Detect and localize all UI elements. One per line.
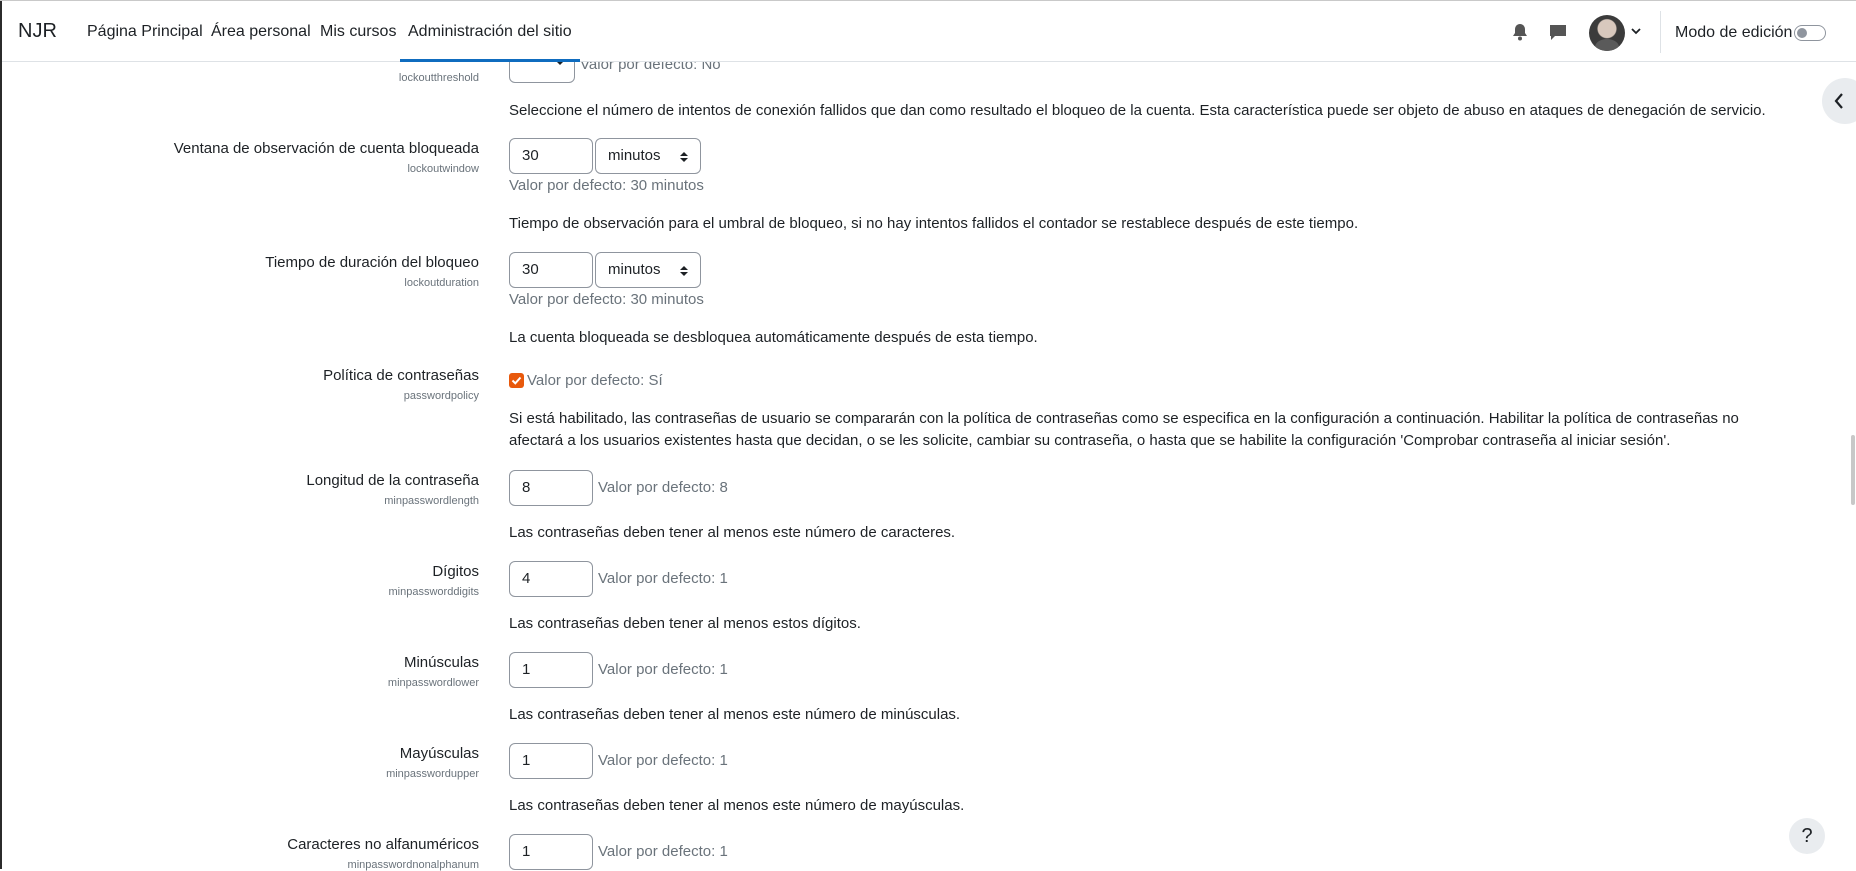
setting-key-lockoutthreshold: lockoutthreshold [398,72,479,84]
lockoutduration-default: Valor por defecto: 30 minutos [509,291,704,308]
window-top-edge [0,0,1856,1]
setting-label-minpassworddigits: Dígitos [432,563,479,580]
select-caret-icon [680,152,688,162]
nav-item-dashboard[interactable]: Área personal [211,23,311,41]
setting-label-lockoutduration: Tiempo de duración del bloqueo [265,254,479,271]
notifications-bell-icon[interactable] [1512,23,1528,41]
setting-label-minpasswordlower: Minúsculas [403,654,479,671]
admin-settings-form: lockoutthreshold No Valor por defecto: N… [0,0,1856,871]
navbar-divider [1660,11,1661,53]
messages-icon[interactable] [1549,24,1567,41]
help-button[interactable]: ? [1789,818,1825,854]
minpassworddigits-default: Valor por defecto: 1 [598,570,728,587]
minpasswordlower-description: Las contraseñas deben tener al menos est… [509,706,961,723]
lockoutduration-unit: minutos [608,261,661,278]
top-navbar: NJR Página Principal Área personal Mis c… [0,1,1856,62]
minpasswordupper-default: Valor por defecto: 1 [598,752,728,769]
lockoutthreshold-description: Seleccione el número de intentos de cone… [509,102,1766,119]
minpasswordlower-input[interactable]: 1 [509,652,593,688]
minpasswordupper-input[interactable]: 1 [509,743,593,779]
lockoutduration-description: La cuenta bloqueada se desbloquea automá… [509,329,1038,346]
setting-label-lockoutwindow: Ventana de observación de cuenta bloquea… [173,140,479,157]
edit-mode-toggle[interactable] [1794,25,1826,41]
chevron-left-icon [1834,93,1843,109]
lockoutwindow-input[interactable]: 30 [509,138,593,174]
nav-item-site-administration[interactable]: Administración del sitio [400,23,580,62]
setting-key-minpassworddigits: minpassworddigits [388,586,479,598]
minpasswordnonalphanum-input[interactable]: 1 [509,834,593,870]
lockoutwindow-unit: minutos [608,147,661,164]
passwordpolicy-description-line-1: Si está habilitado, las contraseñas de u… [509,410,1739,427]
setting-key-minpasswordupper: minpasswordupper [386,768,479,780]
setting-label-passwordpolicy: Política de contraseñas [323,367,479,384]
nav-item-home[interactable]: Página Principal [87,23,203,41]
minpasswordlength-input[interactable]: 8 [509,470,593,506]
setting-key-minpasswordnonalphanum: minpasswordnonalphanum [347,859,479,871]
minpasswordnonalphanum-default: Valor por defecto: 1 [598,843,728,860]
passwordpolicy-description-line-2: afectará a los usuarios existentes hasta… [509,432,1671,449]
lockoutduration-unit-select[interactable]: minutos [595,252,701,288]
checkmark-icon [511,376,522,385]
select-caret-icon [680,266,688,276]
minpasswordlength-default: Valor por defecto: 8 [598,479,728,496]
setting-key-lockoutwindow: lockoutwindow [407,163,479,175]
lockoutwindow-description: Tiempo de observación para el umbral de … [509,215,1359,232]
minpasswordupper-description: Las contraseñas deben tener al menos est… [509,797,965,814]
edit-mode-label: Modo de edición [1675,24,1793,41]
setting-key-lockoutduration: lockoutduration [404,277,479,289]
setting-key-minpasswordlength: minpasswordlength [384,495,479,507]
minpasswordlength-description: Las contraseñas deben tener al menos est… [509,524,956,541]
minpassworddigits-input[interactable]: 4 [509,561,593,597]
lockoutwindow-unit-select[interactable]: minutos [595,138,701,174]
lockoutduration-input[interactable]: 30 [509,252,593,288]
minpasswordlower-default: Valor por defecto: 1 [598,661,728,678]
window-left-edge [0,0,2,869]
nav-item-my-courses[interactable]: Mis cursos [320,23,396,41]
setting-key-minpasswordlower: minpasswordlower [387,677,479,689]
minpassworddigits-description: Las contraseñas deben tener al menos est… [509,615,861,632]
setting-label-minpasswordupper: Mayúsculas [399,745,479,762]
user-avatar[interactable] [1589,15,1625,51]
page-scrollbar[interactable] [1851,435,1855,505]
user-menu-chevron-down-icon[interactable] [1631,28,1641,35]
setting-label-minpasswordlength: Longitud de la contraseña [306,472,479,489]
lockoutwindow-default: Valor por defecto: 30 minutos [509,177,704,194]
passwordpolicy-default: Valor por defecto: Sí [527,372,663,389]
setting-label-minpasswordnonalphanum: Caracteres no alfanuméricos [287,836,479,853]
setting-key-passwordpolicy: passwordpolicy [403,390,479,402]
passwordpolicy-checkbox[interactable] [509,373,524,388]
site-brand[interactable]: NJR [18,20,57,43]
